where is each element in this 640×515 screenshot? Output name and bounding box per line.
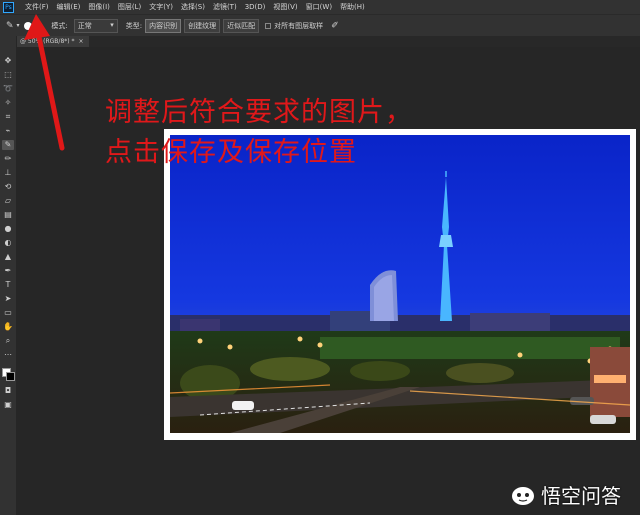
history-brush-tool-icon[interactable]: ⟲ bbox=[2, 182, 14, 192]
more-tools-icon[interactable]: ⋯ bbox=[2, 350, 14, 360]
create-texture-button[interactable]: 创建纹理 bbox=[184, 18, 221, 33]
mode-label: 模式: bbox=[51, 21, 68, 30]
path-selection-tool-icon[interactable]: ➤ bbox=[2, 294, 14, 304]
checkbox-box bbox=[265, 22, 272, 29]
lasso-tool-icon[interactable]: ➰ bbox=[2, 84, 14, 94]
eyedropper-tool-icon[interactable]: ⌁ bbox=[2, 126, 14, 136]
sample-all-layers-label: 对所有图层取样 bbox=[274, 21, 324, 30]
wukong-logo-icon bbox=[512, 486, 534, 505]
menu-filter[interactable]: 滤镜(T) bbox=[213, 2, 237, 12]
healing-brush-tool-icon[interactable]: ✎ bbox=[2, 140, 14, 150]
menu-select[interactable]: 选择(S) bbox=[181, 2, 205, 12]
blur-tool-icon[interactable]: ● bbox=[2, 224, 14, 234]
eraser-tool-icon[interactable]: ▱ bbox=[2, 196, 14, 206]
menu-3d[interactable]: 3D(D) bbox=[245, 3, 266, 11]
rectangle-tool-icon[interactable]: ▭ bbox=[2, 308, 14, 318]
mode-select[interactable]: 正常 ▾ bbox=[73, 18, 118, 33]
city-night-photo bbox=[170, 135, 630, 433]
menu-image[interactable]: 图像(I) bbox=[88, 2, 110, 12]
chevron-down-icon: ▾ bbox=[110, 20, 114, 29]
document-tab-bar: @ 50% (RGB/8*) * × bbox=[17, 36, 640, 47]
clone-stamp-tool-icon[interactable]: ⊥ bbox=[2, 168, 14, 178]
sample-all-layers-checkbox[interactable]: 对所有图层取样 bbox=[265, 21, 323, 31]
menu-layer[interactable]: 图层(L) bbox=[118, 2, 141, 12]
paint-bucket-tool-icon[interactable]: ▤ bbox=[2, 210, 14, 220]
hand-tool-icon[interactable]: ✋ bbox=[2, 322, 14, 332]
brush-tool-icon[interactable]: ✏ bbox=[2, 154, 14, 164]
watermark-text: 悟空问答 bbox=[541, 484, 621, 508]
document-canvas[interactable] bbox=[164, 129, 636, 440]
sponge-tool-icon[interactable]: ▲ bbox=[2, 252, 14, 262]
annotation-line-1: 调整后符合要求的图片， bbox=[105, 97, 413, 128]
background-color-swatch[interactable] bbox=[6, 372, 15, 381]
watermark: 悟空问答 bbox=[510, 480, 621, 509]
photoshop-logo-icon[interactable]: Ps bbox=[3, 1, 14, 13]
toolbar: ✥ ⬚ ➰ ✧ ⌗ ⌁ ✎ ✏ ⊥ ⟲ ▱ ▤ ● ◐ ▲ ✒ T ➤ ▭ ✋ … bbox=[0, 36, 17, 515]
quick-mask-icon[interactable]: ◘ bbox=[2, 386, 14, 396]
brush-preset-picker[interactable]: 5 ▾ bbox=[23, 21, 42, 30]
menu-help[interactable]: 帮助(H) bbox=[340, 2, 365, 12]
marquee-tool-icon[interactable]: ⬚ bbox=[2, 70, 14, 80]
brush-tip-icon bbox=[23, 21, 32, 30]
mode-value: 正常 bbox=[77, 21, 92, 30]
text-tool-icon[interactable]: T bbox=[2, 280, 14, 290]
close-icon[interactable]: × bbox=[79, 38, 84, 45]
screen-mode-icon[interactable]: ▣ bbox=[2, 400, 14, 410]
menu-view[interactable]: 视图(V) bbox=[273, 2, 297, 12]
zoom-tool-icon[interactable]: ⌕ bbox=[2, 336, 14, 346]
menu-window[interactable]: 窗口(W) bbox=[306, 2, 332, 12]
proximity-match-button[interactable]: 近似匹配 bbox=[223, 18, 260, 33]
move-tool-icon[interactable]: ✥ bbox=[2, 56, 14, 66]
menu-type[interactable]: 文字(Y) bbox=[149, 2, 173, 12]
magic-wand-tool-icon[interactable]: ✧ bbox=[2, 98, 14, 108]
chevron-down-icon[interactable]: ▾ bbox=[17, 22, 20, 29]
menu-edit[interactable]: 编辑(E) bbox=[57, 2, 81, 12]
pen-tool-icon[interactable]: ✒ bbox=[2, 266, 14, 276]
menu-bar: Ps 文件(F) 编辑(E) 图像(I) 图层(L) 文字(Y) 选择(S) 滤… bbox=[0, 0, 640, 14]
dodge-tool-icon[interactable]: ◐ bbox=[2, 238, 14, 248]
brush-size: 5 bbox=[32, 22, 37, 29]
annotation-line-2: 点击保存及保存位置 bbox=[105, 137, 357, 168]
content-aware-button[interactable]: 内容识别 bbox=[145, 18, 182, 33]
document-tab[interactable]: @ 50% (RGB/8*) * × bbox=[17, 36, 89, 47]
chevron-down-icon: ▾ bbox=[38, 22, 42, 29]
crop-tool-icon[interactable]: ⌗ bbox=[2, 112, 14, 122]
options-bar: ✎ ▾ 5 ▾ 模式: 正常 ▾ 类型: 内容识别 创建纹理 近似匹配 对所有图… bbox=[0, 14, 640, 36]
pressure-size-icon[interactable]: ✐ bbox=[331, 21, 339, 31]
type-label: 类型: bbox=[125, 21, 143, 30]
document-tab-title: @ 50% (RGB/8*) * bbox=[20, 38, 75, 45]
spot-healing-brush-icon[interactable]: ✎ bbox=[6, 21, 14, 31]
menu-file[interactable]: 文件(F) bbox=[25, 2, 49, 12]
